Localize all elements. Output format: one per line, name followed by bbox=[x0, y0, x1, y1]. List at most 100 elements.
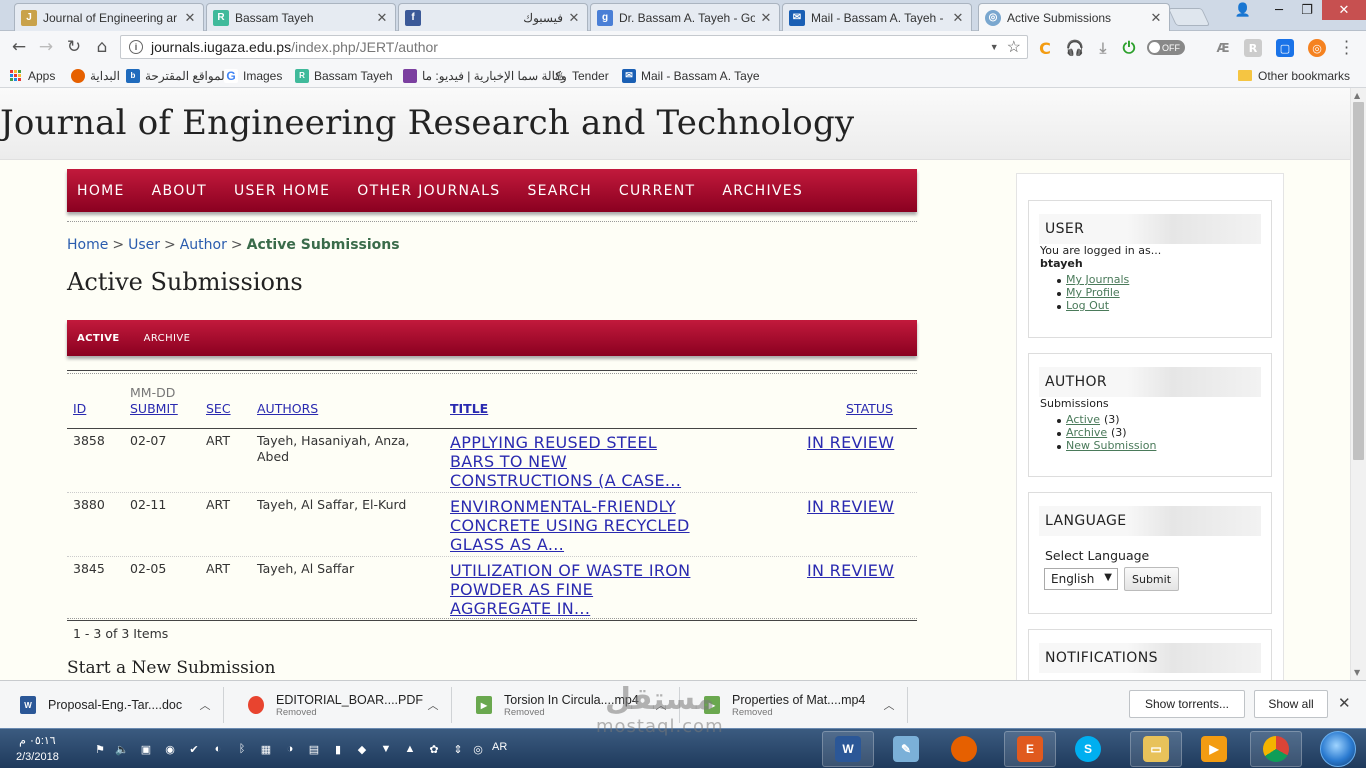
signal-icon[interactable]: ▮ bbox=[330, 741, 346, 757]
address-bar[interactable]: i journals.iugaza.edu.ps/index.php/JERT/… bbox=[120, 35, 1028, 59]
volume-icon[interactable]: 🔈 bbox=[114, 741, 130, 757]
new-submission-link[interactable]: New Submission bbox=[1066, 439, 1156, 452]
close-icon[interactable]: ✕ bbox=[951, 10, 965, 26]
vertical-scrollbar[interactable]: ▲ ▼ bbox=[1350, 88, 1366, 680]
nav-search[interactable]: SEARCH bbox=[527, 183, 591, 199]
taskbar-skype[interactable]: S bbox=[1062, 731, 1114, 767]
home-icon[interactable]: ⌂ bbox=[91, 37, 113, 57]
tab-scholar[interactable]: g Dr. Bassam A. Tayeh - Go ✕ bbox=[590, 3, 780, 31]
star-icon[interactable]: ☆ bbox=[1007, 37, 1021, 57]
ext-square-icon[interactable]: ▢ bbox=[1276, 39, 1294, 57]
nav-user-home[interactable]: USER HOME bbox=[234, 183, 330, 199]
row-title-link[interactable]: APPLYING REUSED STEEL BARS TO NEW CONSTRUC… bbox=[450, 433, 681, 490]
tray-app-icon[interactable]: ▲ bbox=[402, 741, 418, 757]
chevron-up-icon[interactable]: ︿ bbox=[195, 697, 215, 713]
tab-facebook[interactable]: f فيسبوك ✕ bbox=[398, 3, 588, 31]
close-icon[interactable]: ✕ bbox=[1338, 694, 1351, 712]
profile-icon[interactable]: 👤 bbox=[1226, 0, 1260, 20]
archive-link[interactable]: Archive bbox=[1066, 426, 1107, 439]
tray-app-icon[interactable]: ▼ bbox=[378, 741, 394, 757]
headphones-icon[interactable]: 🎧 bbox=[1066, 39, 1085, 57]
taskbar-chrome[interactable] bbox=[1250, 731, 1302, 767]
taskbar-app[interactable]: E bbox=[1004, 731, 1056, 767]
col-id[interactable]: ID bbox=[73, 401, 86, 416]
taskbar-firefox[interactable] bbox=[938, 731, 990, 767]
language-select[interactable]: English ▼ bbox=[1044, 568, 1118, 590]
col-sec[interactable]: SEC bbox=[206, 401, 231, 416]
nav-about[interactable]: ABOUT bbox=[152, 183, 207, 199]
back-arrow-icon[interactable]: ← bbox=[8, 37, 30, 57]
col-title[interactable]: TITLE bbox=[450, 401, 488, 416]
tray-app-icon[interactable]: ◎ bbox=[470, 741, 486, 757]
tab-mail[interactable]: ✉ Mail - Bassam A. Tayeh - ✕ bbox=[782, 3, 972, 31]
bookmark-apps[interactable]: Apps bbox=[10, 67, 55, 84]
close-icon[interactable]: ✕ bbox=[1149, 10, 1163, 26]
window-close-button[interactable]: ✕ bbox=[1322, 0, 1366, 20]
bookmark-mail[interactable]: ✉ Mail - Bassam A. Taye bbox=[622, 67, 760, 84]
clock[interactable]: ٠٥:١٦ م 2/3/2018 bbox=[16, 733, 59, 765]
power-icon[interactable]: ⏻ bbox=[1120, 38, 1138, 57]
row-status-link[interactable]: IN REVIEW bbox=[807, 433, 894, 452]
my-profile-link[interactable]: My Profile bbox=[1066, 286, 1120, 299]
download-item[interactable]: EDITORIAL_BOAR....PDF Removed ︿ bbox=[228, 687, 452, 723]
nav-archives[interactable]: ARCHIVES bbox=[722, 183, 803, 199]
nav-other-journals[interactable]: OTHER JOURNALS bbox=[357, 183, 500, 199]
tray-app-icon[interactable]: ✿ bbox=[426, 741, 442, 757]
active-link[interactable]: Active bbox=[1066, 413, 1100, 426]
tab-active-submissions[interactable]: ◎ Active Submissions ✕ bbox=[978, 3, 1170, 31]
new-tab-button[interactable] bbox=[1167, 8, 1211, 26]
download-item[interactable]: ▶ Properties of Mat....mp4 Removed ︿ bbox=[684, 687, 908, 723]
show-all-button[interactable]: Show all bbox=[1254, 690, 1328, 718]
taskbar-media[interactable]: ▶ bbox=[1188, 731, 1240, 767]
col-authors[interactable]: AUTHORS bbox=[257, 401, 318, 416]
info-icon[interactable]: i bbox=[129, 40, 143, 54]
tab-archive[interactable]: ARCHIVE bbox=[144, 333, 191, 344]
chevron-up-icon[interactable]: ︿ bbox=[651, 697, 671, 713]
chevron-up-icon[interactable]: ︿ bbox=[879, 697, 899, 713]
nav-current[interactable]: CURRENT bbox=[619, 183, 695, 199]
nav-home[interactable]: HOME bbox=[77, 183, 125, 199]
chevron-up-icon[interactable]: ︿ bbox=[423, 697, 443, 713]
col-status[interactable]: STATUS bbox=[846, 401, 893, 416]
scroll-up-icon[interactable]: ▲ bbox=[1354, 91, 1360, 100]
log-out-link[interactable]: Log Out bbox=[1066, 299, 1109, 312]
ext-orange-icon[interactable]: ◎ bbox=[1308, 39, 1326, 57]
flag-icon[interactable]: ⚑ bbox=[92, 741, 108, 757]
tray-app-icon[interactable]: ◐ bbox=[210, 741, 226, 757]
download-item[interactable]: W Proposal-Eng.-Tar....doc ︿ bbox=[0, 687, 224, 723]
bluetooth-icon[interactable]: ᛒ bbox=[234, 741, 250, 757]
show-hidden-icon[interactable]: ⇕ bbox=[450, 741, 466, 757]
tab-journal[interactable]: J Journal of Engineering ar ✕ bbox=[14, 3, 204, 31]
close-icon[interactable]: ✕ bbox=[183, 10, 197, 26]
row-status-link[interactable]: IN REVIEW bbox=[807, 561, 894, 580]
bookmark-bassam[interactable]: R Bassam Tayeh bbox=[295, 67, 393, 84]
bookmark-tender[interactable]: ♨ Tender bbox=[553, 67, 609, 84]
close-icon[interactable]: ✕ bbox=[567, 10, 581, 26]
taskbar-word[interactable]: W bbox=[822, 731, 874, 767]
row-status-link[interactable]: IN REVIEW bbox=[807, 497, 894, 516]
row-title-link[interactable]: UTILIZATION OF WASTE IRON POWDER AS FINE A… bbox=[450, 561, 690, 618]
breadcrumb-user[interactable]: User bbox=[128, 237, 160, 253]
bookmark-suggested[interactable]: b المواقع المقترحة bbox=[126, 67, 228, 84]
forward-arrow-icon[interactable]: → bbox=[35, 37, 57, 57]
scroll-down-icon[interactable]: ▼ bbox=[1354, 668, 1360, 677]
tray-app-icon[interactable]: ◉ bbox=[162, 741, 178, 757]
my-journals-link[interactable]: My Journals bbox=[1066, 273, 1129, 286]
menu-icon[interactable]: · · · bbox=[1344, 34, 1349, 62]
caret-down-icon[interactable]: ▼ bbox=[990, 42, 999, 52]
bookmark-images[interactable]: G Images bbox=[224, 67, 282, 84]
breadcrumb-author[interactable]: Author bbox=[180, 237, 227, 253]
tab-researchgate[interactable]: R Bassam Tayeh ✕ bbox=[206, 3, 396, 31]
network-icon[interactable]: ▣ bbox=[138, 741, 154, 757]
tray-app-icon[interactable]: ◆ bbox=[354, 741, 370, 757]
close-icon[interactable]: ✕ bbox=[759, 10, 773, 26]
tray-app-icon[interactable]: ▤ bbox=[306, 741, 322, 757]
download-item[interactable]: ▶ Torsion In Circula....mp4 Removed ︿ bbox=[456, 687, 680, 723]
ext-c-icon[interactable]: C bbox=[1036, 39, 1054, 58]
show-torrents-button[interactable]: Show torrents... bbox=[1129, 690, 1245, 718]
tray-app-icon[interactable]: ◑ bbox=[282, 741, 298, 757]
download-icon[interactable]: ⤓ bbox=[1094, 39, 1112, 57]
taskbar-explorer[interactable]: ▭ bbox=[1130, 731, 1182, 767]
taskbar-notes[interactable]: ✎ bbox=[880, 731, 932, 767]
tray-app-icon[interactable]: ▦ bbox=[258, 741, 274, 757]
